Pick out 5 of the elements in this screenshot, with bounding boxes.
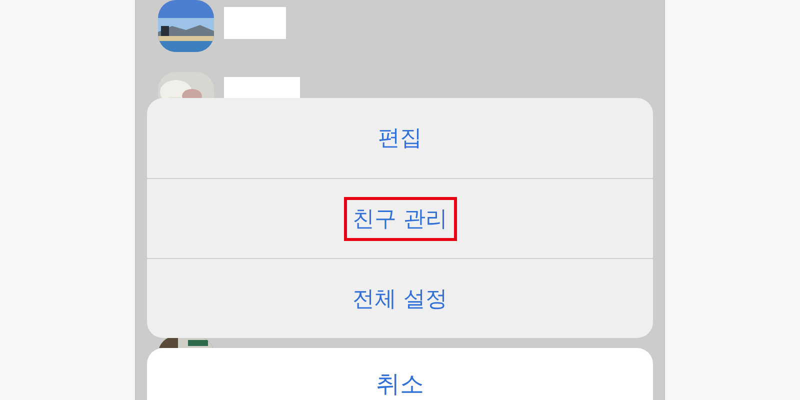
menu-item[interactable]: 편집 xyxy=(147,98,653,178)
menu-item[interactable]: 친구 관리 xyxy=(147,178,653,258)
menu-item[interactable]: 전체 설정 xyxy=(147,258,653,338)
redaction-block xyxy=(224,7,286,39)
cancel-button[interactable]: 취소 xyxy=(147,348,653,400)
